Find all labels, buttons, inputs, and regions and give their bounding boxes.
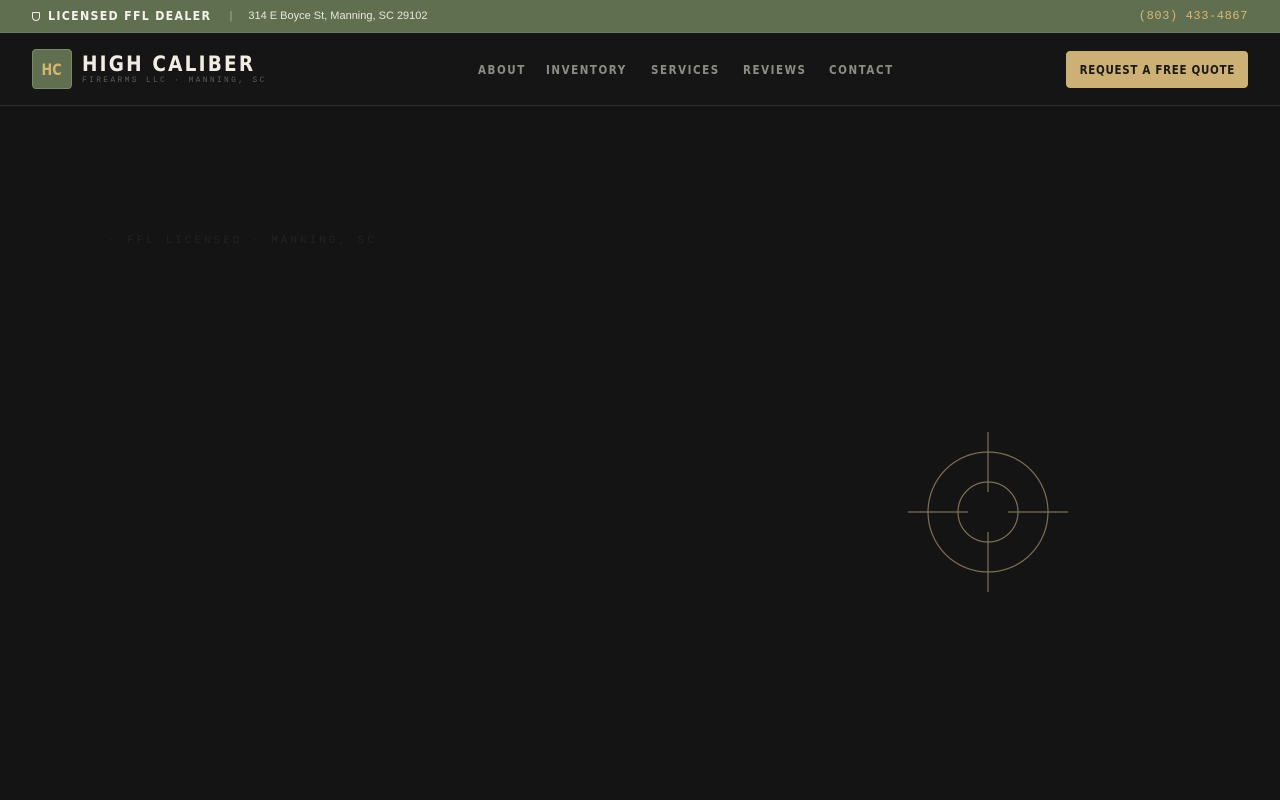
hero-eyebrow: · FFL LICENSED · MANNING, SC [108, 235, 377, 247]
top-bar: LICENSED FFL DEALER | 314 E Boyce St, Ma… [0, 0, 1280, 33]
logo-badge[interactable]: HC [32, 49, 72, 89]
topbar-separator: | [229, 10, 233, 22]
nav-about[interactable]: ABOUT [478, 63, 526, 77]
shield-icon [32, 11, 40, 21]
nav-contact[interactable]: CONTACT [829, 63, 894, 77]
nav-services[interactable]: SERVICES [651, 63, 720, 77]
request-quote-button[interactable]: REQUEST A FREE QUOTE [1066, 51, 1248, 88]
brand-name[interactable]: HIGH CALIBER [82, 52, 255, 76]
site-header: HC HIGH CALIBER FIREARMS LLC · MANNING, … [0, 33, 1280, 106]
nav-inventory[interactable]: INVENTORY [546, 63, 627, 77]
hero-section: · FFL LICENSED · MANNING, SC [0, 106, 1280, 800]
ffl-badge: LICENSED FFL DEALER [32, 9, 226, 23]
store-address: 314 E Boyce St, Manning, SC 29102 [248, 10, 428, 22]
nav-reviews[interactable]: REVIEWS [743, 63, 807, 77]
phone-link[interactable]: (803) 433-4867 [1139, 9, 1248, 23]
crosshair-icon [908, 432, 1068, 592]
ffl-label: LICENSED FFL DEALER [48, 9, 212, 23]
main-nav: ABOUT INVENTORY SERVICES REVIEWS CONTACT [478, 63, 896, 77]
request-quote-label: REQUEST A FREE QUOTE [1079, 62, 1235, 77]
brand-tagline: FIREARMS LLC · MANNING, SC [82, 76, 267, 85]
logo-initials: HC [41, 59, 63, 79]
